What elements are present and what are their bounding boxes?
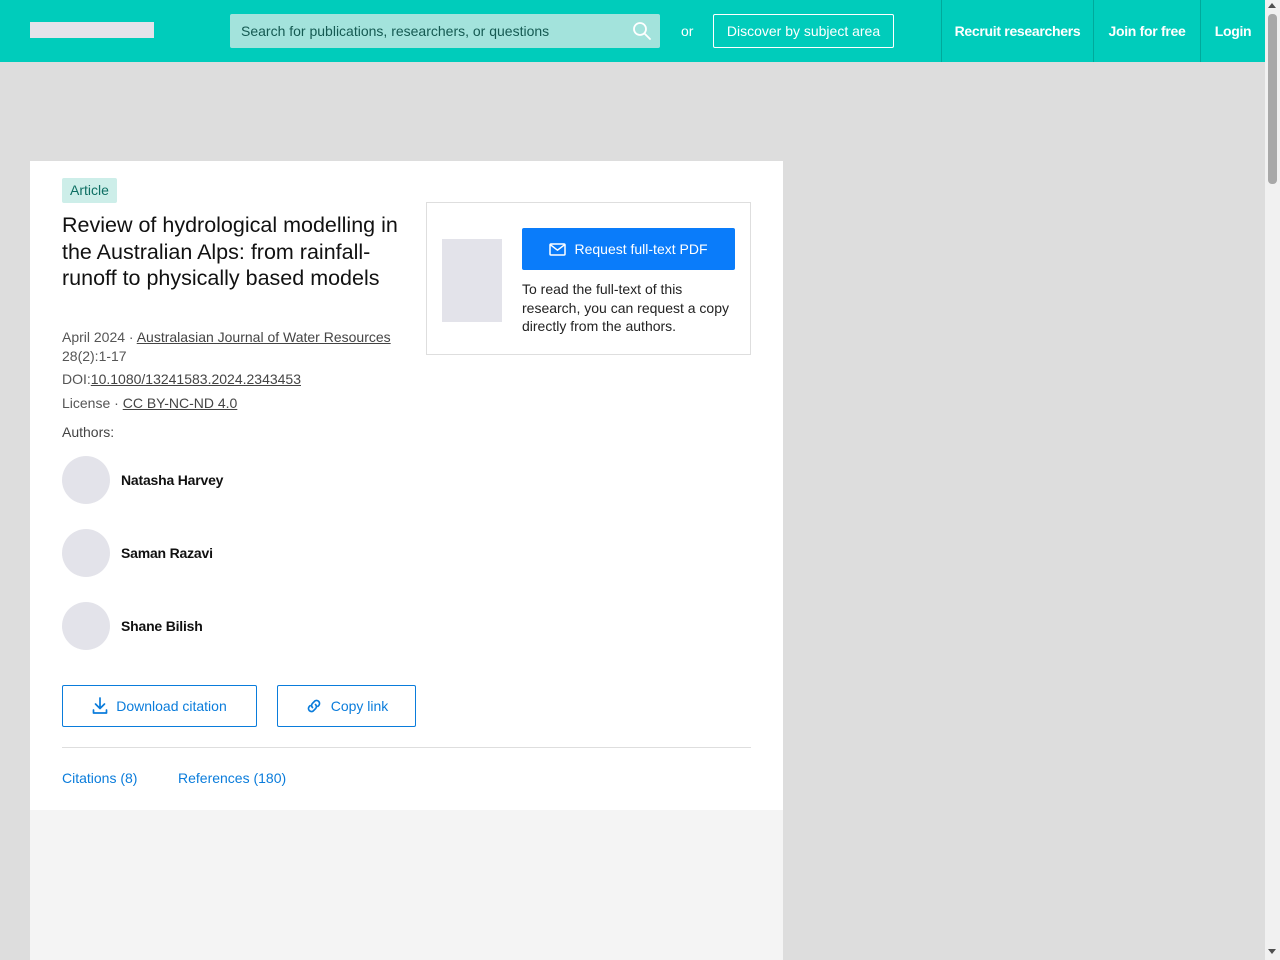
site-logo[interactable]	[30, 22, 154, 38]
search-box	[230, 14, 660, 48]
page-scrollbar[interactable]	[1265, 0, 1280, 960]
author-item[interactable]: Natasha Harvey	[62, 456, 223, 504]
request-fulltext-label: Request full-text PDF	[574, 241, 708, 257]
fulltext-request-box: Request full-text PDF To read the full-t…	[426, 202, 751, 355]
copy-link-button[interactable]: Copy link	[277, 685, 416, 727]
content-area-placeholder	[30, 810, 783, 960]
doi-label: DOI:	[62, 371, 91, 387]
publication-date: April 2024 ·	[62, 329, 137, 345]
top-navigation-bar: or Discover by subject area Recruit rese…	[0, 0, 1265, 62]
nav-join-for-free[interactable]: Join for free	[1093, 0, 1200, 62]
tab-references[interactable]: References (180)	[178, 770, 286, 786]
scroll-up-arrow-icon[interactable]	[1268, 3, 1276, 8]
author-name[interactable]: Natasha Harvey	[121, 472, 223, 488]
download-citation-button[interactable]: Download citation	[62, 685, 257, 727]
avatar[interactable]	[62, 529, 110, 577]
nav-login[interactable]: Login	[1200, 0, 1265, 62]
tabs-divider	[62, 747, 751, 748]
discover-by-subject-button[interactable]: Discover by subject area	[713, 14, 894, 48]
journal-link[interactable]: Australasian Journal of Water Resources	[137, 329, 391, 345]
article-title: Review of hydrological modelling in the …	[62, 213, 398, 290]
search-icon[interactable]	[632, 21, 652, 41]
doi-link[interactable]: 10.1080/13241583.2024.2343453	[91, 371, 301, 387]
publication-info: April 2024 · Australasian Journal of Wat…	[62, 328, 407, 366]
copy-link-label: Copy link	[330, 698, 389, 714]
tab-citations[interactable]: Citations (8)	[62, 770, 137, 786]
authors-label: Authors:	[62, 424, 115, 440]
author-item[interactable]: Shane Bilish	[62, 602, 203, 650]
doi-row: DOI:10.1080/13241583.2024.2343453	[62, 370, 407, 389]
download-icon	[92, 697, 108, 714]
nav-recruit-researchers[interactable]: Recruit researchers	[941, 0, 1093, 62]
avatar[interactable]	[62, 602, 110, 650]
search-input[interactable]	[230, 14, 630, 48]
document-thumbnail	[442, 239, 502, 322]
or-separator: or	[681, 23, 694, 39]
article-card: Article Review of hydrological modelling…	[30, 161, 783, 810]
author-name[interactable]: Shane Bilish	[121, 618, 203, 634]
license-label: License ·	[62, 395, 123, 411]
article-type-badge: Article	[62, 178, 117, 203]
header-nav: Recruit researchers Join for free Login	[941, 0, 1265, 62]
download-citation-label: Download citation	[116, 698, 227, 714]
avatar[interactable]	[62, 456, 110, 504]
scroll-thumb[interactable]	[1268, 14, 1277, 184]
license-row: License · CC BY-NC-ND 4.0	[62, 394, 407, 413]
fulltext-description: To read the full-text of this research, …	[522, 281, 730, 334]
mail-icon	[549, 242, 567, 256]
link-icon	[307, 699, 321, 713]
volume-pages: 28(2):1-17	[62, 348, 127, 364]
author-name[interactable]: Saman Razavi	[121, 545, 213, 561]
author-item[interactable]: Saman Razavi	[62, 529, 213, 577]
license-link[interactable]: CC BY-NC-ND 4.0	[123, 395, 238, 411]
scroll-down-arrow-icon[interactable]	[1268, 949, 1276, 954]
request-fulltext-button[interactable]: Request full-text PDF	[522, 228, 735, 270]
